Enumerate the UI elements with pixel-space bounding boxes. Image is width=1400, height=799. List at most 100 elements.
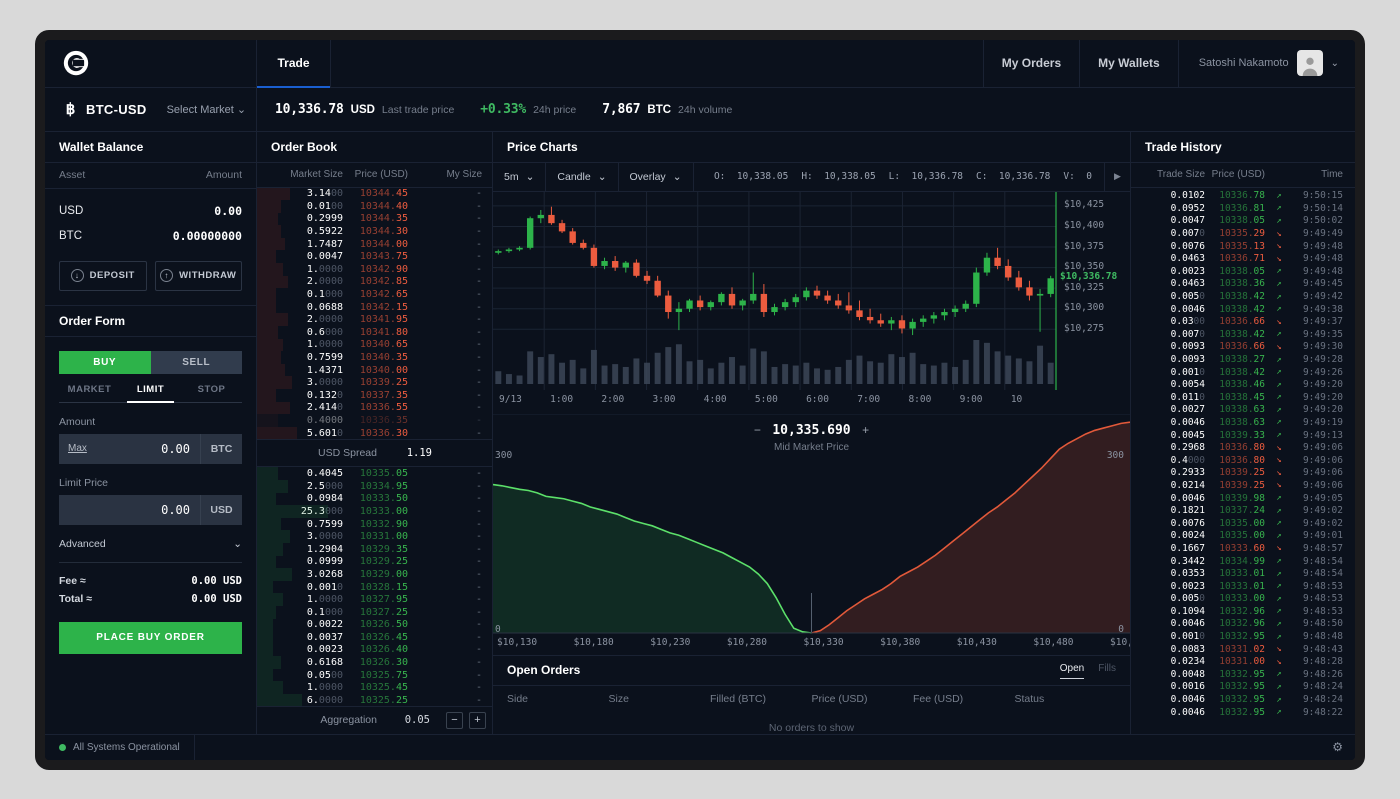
trade-history-row[interactable]: 0.0050 10338.42 ↗ 9:49:42 [1131, 290, 1355, 303]
trade-history-row[interactable]: 0.0214 10339.25 ↘ 9:49:06 [1131, 479, 1355, 492]
amount-field[interactable]: Max 0.00 BTC [59, 433, 242, 464]
trade-history-row[interactable]: 0.0076 10335.00 ↗ 9:49:02 [1131, 517, 1355, 530]
order-book-row[interactable]: 0.7599 10332.90 - [257, 517, 492, 531]
aggregation-decrease-button[interactable]: − [446, 711, 463, 729]
trade-history-row[interactable]: 0.0102 10336.78 ↗ 9:50:15 [1131, 190, 1355, 203]
order-book-row[interactable]: 1.0000 10342.90 - [257, 263, 492, 276]
order-book-row[interactable]: 1.0000 10340.65 - [257, 338, 492, 352]
order-book-row[interactable]: 1.7487 10344.00 - [257, 237, 492, 251]
order-book-row[interactable]: 3.0000 10339.25 - [257, 376, 492, 389]
system-status[interactable]: All Systems Operational [45, 734, 195, 760]
order-book-row[interactable]: 1.0000 10327.95 - [257, 593, 492, 606]
amount-input[interactable]: 0.00 [87, 442, 200, 456]
trade-history-row[interactable]: 0.0046 10332.95 ↗ 9:48:24 [1131, 693, 1355, 706]
order-book-row[interactable]: 2.5000 10334.95 - [257, 479, 492, 493]
trade-history-row[interactable]: 0.1821 10337.24 ↗ 9:49:02 [1131, 504, 1355, 517]
order-book-row[interactable]: 5.6010 10336.30 - [257, 426, 492, 440]
trade-history-row[interactable]: 0.1094 10332.96 ↗ 9:48:53 [1131, 605, 1355, 618]
order-book-row[interactable]: 1.4371 10340.00 - [257, 363, 492, 377]
order-book-row[interactable]: 0.0010 10328.15 - [257, 580, 492, 594]
tab-my-wallets[interactable]: My Wallets [1080, 39, 1179, 87]
select-market-dropdown[interactable]: Select Market ⌄ [167, 103, 247, 116]
order-book-row[interactable]: 0.0022 10326.50 - [257, 618, 492, 632]
chart-type-dropdown[interactable]: Candle ⌄ [546, 162, 619, 191]
trade-history-row[interactable]: 0.0010 10332.95 ↗ 9:48:48 [1131, 630, 1355, 643]
trade-history-row[interactable]: 0.2933 10339.25 ↘ 9:49:06 [1131, 467, 1355, 480]
trade-history-row[interactable]: 0.0016 10332.95 ↗ 9:48:24 [1131, 681, 1355, 694]
order-book-row[interactable]: 25.3000 10333.00 - [257, 505, 492, 518]
limit-price-input[interactable]: 0.00 [59, 503, 200, 517]
limit-price-field[interactable]: 0.00 USD [59, 494, 242, 525]
aggregation-increase-button[interactable]: + [469, 711, 486, 729]
order-type-limit[interactable]: LIMIT [120, 384, 181, 403]
trade-history-row[interactable]: 0.0024 10335.00 ↗ 9:49:01 [1131, 530, 1355, 543]
trade-history-row[interactable]: 0.0045 10339.33 ↗ 9:49:13 [1131, 429, 1355, 442]
trade-history-row[interactable]: 0.0048 10332.95 ↗ 9:48:26 [1131, 668, 1355, 681]
brand-logo[interactable] [45, 39, 257, 87]
candlestick-chart[interactable]: $10,425 $10,400 $10,375 $10,350 $10,325 $10,3… [493, 191, 1130, 414]
trade-history-row[interactable]: 0.0046 10332.96 ↗ 9:48:50 [1131, 618, 1355, 631]
overlay-dropdown[interactable]: Overlay ⌄ [619, 162, 694, 191]
trade-history-row[interactable]: 0.0463 10338.36 ↗ 9:49:45 [1131, 278, 1355, 291]
sell-tab[interactable]: SELL [150, 350, 242, 374]
interval-dropdown[interactable]: 5m ⌄ [493, 162, 547, 191]
trade-history-rows[interactable]: 0.0102 10336.78 ↗ 9:50:15 0.0952 10336.8… [1131, 188, 1355, 734]
depth-chart[interactable]: − 10,335.690 + Mid Market Price $10,130 $… [493, 413, 1130, 655]
gear-icon[interactable]: ⚙ [1332, 740, 1343, 754]
order-book-row[interactable]: 1.2904 10329.35 - [257, 542, 492, 556]
trade-history-row[interactable]: 0.0070 10335.29 ↘ 9:49:49 [1131, 227, 1355, 240]
buy-tab[interactable]: BUY [59, 350, 151, 374]
order-book-row[interactable]: 0.0023 10326.40 - [257, 643, 492, 657]
order-book-row[interactable]: 0.0047 10343.75 - [257, 250, 492, 264]
order-book-row[interactable]: 2.0000 10341.95 - [257, 313, 492, 327]
trade-history-row[interactable]: 0.0046 10338.42 ↗ 9:49:38 [1131, 303, 1355, 316]
trade-history-row[interactable]: 0.0023 10338.05 ↗ 9:49:48 [1131, 265, 1355, 278]
order-book-row[interactable]: 0.6168 10326.30 - [257, 656, 492, 669]
trade-history-row[interactable]: 0.0093 10338.27 ↗ 9:49:28 [1131, 353, 1355, 366]
order-book-row[interactable]: 2.0000 10342.85 - [257, 275, 492, 289]
trade-history-row[interactable]: 0.0463 10336.71 ↘ 9:49:48 [1131, 252, 1355, 265]
place-buy-order-button[interactable]: PLACE BUY ORDER [59, 621, 242, 654]
order-book-row[interactable]: 0.1000 10327.25 - [257, 605, 492, 619]
trade-history-row[interactable]: 0.0047 10338.05 ↗ 9:50:02 [1131, 215, 1355, 228]
order-book-row[interactable]: 0.1320 10337.35 - [257, 389, 492, 402]
trade-history-row[interactable]: 0.0070 10338.42 ↗ 9:49:35 [1131, 328, 1355, 341]
play-button[interactable]: ▶ [1104, 162, 1130, 191]
order-book-row[interactable]: 0.0500 10325.75 - [257, 668, 492, 682]
order-book-row[interactable]: 0.0999 10329.25 - [257, 555, 492, 569]
order-book-row[interactable]: 3.0268 10329.00 - [257, 568, 492, 581]
trade-history-row[interactable]: 0.1667 10333.60 ↘ 9:48:57 [1131, 542, 1355, 555]
order-book-row[interactable]: 2.4140 10336.55 - [257, 401, 492, 415]
trade-history-row[interactable]: 0.0353 10333.01 ↗ 9:48:54 [1131, 567, 1355, 580]
tab-open[interactable]: Open [1059, 663, 1085, 679]
order-book-row[interactable]: 0.7599 10340.35 - [257, 351, 492, 364]
trade-history-row[interactable]: 0.0010 10338.42 ↗ 9:49:26 [1131, 366, 1355, 379]
tab-fills[interactable]: Fills [1098, 663, 1116, 677]
trade-history-row[interactable]: 0.3442 10334.99 ↗ 9:48:54 [1131, 555, 1355, 568]
market-selector[interactable]: ฿ BTC-USD Select Market ⌄ [45, 87, 257, 131]
order-book-row[interactable]: 0.0037 10326.45 - [257, 631, 492, 644]
order-book-asks[interactable]: 3.1400 10344.45 - 0.0100 10344.40 - 0.29… [257, 187, 492, 440]
trade-history-row[interactable]: 0.0046 10339.98 ↗ 9:49:05 [1131, 492, 1355, 505]
order-type-market[interactable]: MARKET [59, 384, 120, 402]
deposit-button[interactable]: ↓ DEPOSIT [59, 260, 147, 291]
order-book-row[interactable]: 3.0000 10331.00 - [257, 530, 492, 543]
trade-history-row[interactable]: 0.0046 10338.63 ↗ 9:49:19 [1131, 416, 1355, 429]
order-book-row[interactable]: 0.0100 10344.40 - [257, 200, 492, 213]
trade-history-row[interactable]: 0.0952 10336.81 ↗ 9:50:14 [1131, 202, 1355, 215]
order-book-row[interactable]: 0.5922 10344.30 - [257, 225, 492, 238]
withdraw-button[interactable]: ↑ WITHDRAW [154, 260, 242, 291]
order-book-bids[interactable]: 0.4045 10335.05 - 2.5000 10334.95 - 0.09… [257, 467, 492, 706]
order-book-row[interactable]: 6.0000 10325.25 - [257, 694, 492, 706]
trade-history-row[interactable]: 0.0050 10333.00 ↗ 9:48:53 [1131, 593, 1355, 606]
tab-trade[interactable]: Trade [257, 39, 331, 88]
order-book-row[interactable]: 0.0688 10342.15 - [257, 300, 492, 314]
max-button[interactable]: Max [59, 443, 87, 454]
order-book-row[interactable]: 0.6000 10341.80 - [257, 326, 492, 339]
trade-history-row[interactable]: 0.0110 10338.45 ↗ 9:49:20 [1131, 391, 1355, 404]
trade-history-row[interactable]: 0.0023 10333.01 ↗ 9:48:53 [1131, 580, 1355, 593]
trade-history-row[interactable]: 0.0046 10332.95 ↗ 9:48:22 [1131, 706, 1355, 719]
trade-history-row[interactable]: 0.2968 10336.80 ↘ 9:49:06 [1131, 441, 1355, 454]
order-book-row[interactable]: 1.0000 10325.45 - [257, 681, 492, 695]
order-book-row[interactable]: 0.1000 10342.65 - [257, 288, 492, 301]
